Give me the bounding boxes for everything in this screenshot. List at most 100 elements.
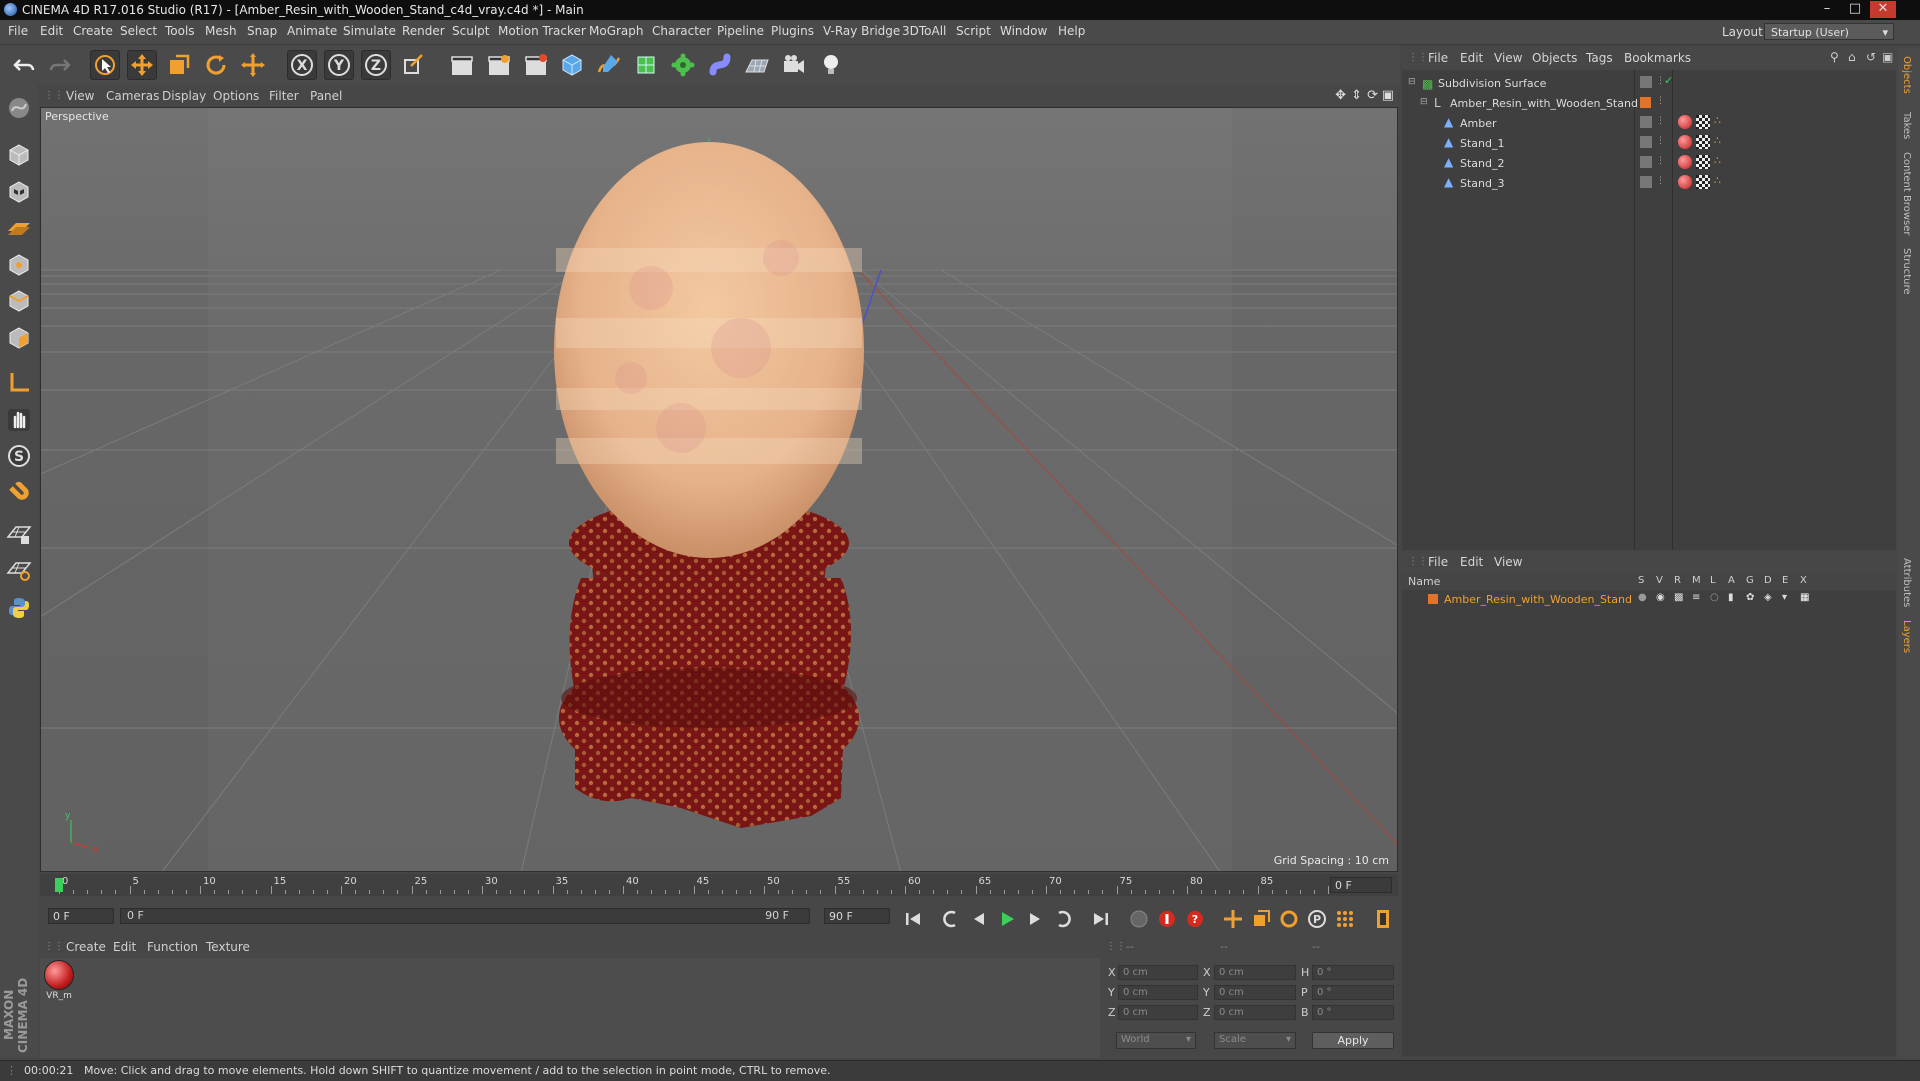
size-z-field[interactable]: 0 cm: [1214, 1005, 1296, 1020]
object-menu-bookmarks[interactable]: Bookmarks: [1624, 51, 1691, 65]
menu-simulate[interactable]: Simulate: [343, 24, 396, 38]
tab-content-browser[interactable]: Content Browser: [1901, 152, 1912, 235]
tweak-mode-button[interactable]: [4, 405, 34, 435]
layer-menu-edit[interactable]: Edit: [1460, 555, 1483, 569]
recent-tool-button[interactable]: [238, 50, 268, 80]
layer-col-generators[interactable]: G: [1746, 575, 1754, 586]
object-menu-file[interactable]: File: [1428, 51, 1448, 65]
go-to-start-button[interactable]: [900, 906, 926, 932]
menu-sculpt[interactable]: Sculpt: [452, 24, 489, 38]
object-row[interactable]: ▲ Stand_2 ⋮ ∴: [1402, 154, 1896, 174]
magnet-button[interactable]: [4, 480, 34, 510]
coordinate-system-button[interactable]: [398, 50, 428, 80]
move-tool-button[interactable]: [127, 50, 157, 80]
object-menu-view[interactable]: View: [1494, 51, 1522, 65]
eye-icon[interactable]: ◉: [1656, 592, 1665, 603]
selection-tag-icon[interactable]: ∴: [1714, 134, 1721, 147]
generator-icon[interactable]: ✿: [1746, 592, 1754, 603]
layer-col-render[interactable]: R: [1674, 575, 1681, 586]
uvw-tag-icon[interactable]: [1696, 155, 1710, 169]
make-editable-button[interactable]: [4, 93, 34, 123]
playhead-marker[interactable]: [55, 878, 63, 892]
layer-dots-icon[interactable]: ⋮: [1656, 136, 1665, 146]
zoom-view-icon[interactable]: ⇕: [1351, 88, 1362, 103]
pos-z-field[interactable]: 0 cm: [1118, 1005, 1198, 1020]
menu-character[interactable]: Character: [652, 24, 711, 38]
polygons-mode-button[interactable]: [4, 323, 34, 353]
collapse-icon[interactable]: ⊟: [1420, 97, 1428, 107]
material-tag-icon[interactable]: [1678, 135, 1692, 149]
lock-icon[interactable]: ○: [1710, 592, 1719, 603]
apply-button[interactable]: Apply: [1312, 1032, 1394, 1049]
next-keyframe-button[interactable]: [1050, 906, 1076, 932]
uvw-tag-icon[interactable]: [1696, 175, 1710, 189]
object-row[interactable]: ⊟ L Amber_Resin_with_Wooden_Stand ⋮: [1402, 94, 1896, 114]
selection-tag-icon[interactable]: ∴: [1714, 154, 1721, 167]
edges-mode-button[interactable]: [4, 286, 34, 316]
size-x-field[interactable]: 0 cm: [1214, 965, 1296, 980]
points-mode-button[interactable]: [4, 250, 34, 280]
scale-tool-button[interactable]: [164, 50, 194, 80]
autokey-button[interactable]: ?: [1182, 906, 1208, 932]
go-to-end-button[interactable]: [1088, 906, 1114, 932]
axis-mode-button[interactable]: [4, 368, 34, 398]
visibility-toggle[interactable]: [1640, 156, 1652, 168]
prev-keyframe-button[interactable]: [938, 906, 964, 932]
xref-icon[interactable]: ▦: [1800, 592, 1809, 603]
minimize-button[interactable]: –: [1814, 1, 1840, 18]
layer-dots-icon[interactable]: ⋮: [1656, 116, 1665, 126]
visibility-toggle[interactable]: [1640, 116, 1652, 128]
layer-menu-view[interactable]: View: [1494, 555, 1522, 569]
menu-edit[interactable]: Edit: [40, 24, 63, 38]
coordinate-space-select[interactable]: World ▾: [1116, 1032, 1196, 1049]
object-menu-objects[interactable]: Objects: [1532, 51, 1577, 65]
rot-b-field[interactable]: 0 °: [1312, 1005, 1394, 1020]
layer-col-name[interactable]: Name: [1408, 575, 1440, 588]
end-frame-field[interactable]: 90 F: [824, 908, 890, 924]
menu-animate[interactable]: Animate: [287, 24, 337, 38]
record-button[interactable]: [1154, 906, 1180, 932]
solo-toggle-icon[interactable]: ●: [1638, 592, 1647, 603]
rot-h-field[interactable]: 0 °: [1312, 965, 1394, 980]
selection-tag-icon[interactable]: ∴: [1714, 174, 1721, 187]
viewport-menu-options[interactable]: Options: [213, 89, 259, 103]
viewport-menu-filter[interactable]: Filter: [269, 89, 299, 103]
menu-mesh[interactable]: Mesh: [205, 24, 237, 38]
search-icon[interactable]: ⚲: [1830, 50, 1839, 64]
layer-color-swatch[interactable]: [1428, 594, 1438, 604]
visibility-toggle[interactable]: [1640, 76, 1652, 88]
perspective-viewport[interactable]: y x Perspective Grid Spacing : 10 cm: [40, 107, 1398, 872]
viewport-menu-view[interactable]: View: [66, 89, 94, 103]
uvw-tag-icon[interactable]: [1696, 135, 1710, 149]
layer-dots-icon[interactable]: ⋮: [1656, 156, 1665, 166]
menu-snap[interactable]: Snap: [247, 24, 277, 38]
start-frame-field[interactable]: 0 F: [48, 908, 114, 924]
menu-script[interactable]: Script: [956, 24, 991, 38]
uvw-tag-icon[interactable]: [1696, 115, 1710, 129]
live-selection-button[interactable]: [90, 50, 120, 80]
key-position-button[interactable]: [1220, 906, 1246, 932]
render-settings-button[interactable]: [521, 50, 551, 80]
material-tag-icon[interactable]: [1678, 155, 1692, 169]
add-spline-button[interactable]: [594, 50, 624, 80]
pan-view-icon[interactable]: ✥: [1335, 88, 1346, 103]
undo-button[interactable]: [10, 50, 40, 80]
key-scale-button[interactable]: [1248, 906, 1274, 932]
visibility-toggle[interactable]: [1640, 176, 1652, 188]
material-menu-texture[interactable]: Texture: [206, 940, 250, 954]
next-frame-button[interactable]: [1022, 906, 1048, 932]
menu-help[interactable]: Help: [1058, 24, 1085, 38]
tab-structure[interactable]: Structure: [1901, 248, 1912, 295]
size-mode-select[interactable]: Scale ▾: [1214, 1032, 1296, 1049]
frame-range-slider[interactable]: 0 F 90 F: [120, 908, 810, 924]
layer-color-swatch[interactable]: [1640, 97, 1651, 108]
model-mode-button[interactable]: [4, 140, 34, 170]
play-button[interactable]: [994, 906, 1020, 932]
add-deformer-button[interactable]: [705, 50, 735, 80]
tab-takes[interactable]: Takes: [1901, 112, 1912, 139]
menu-motion-tracker[interactable]: Motion Tracker: [498, 24, 586, 38]
collapse-icon[interactable]: ⊟: [1408, 77, 1416, 87]
current-frame-field[interactable]: 0 F: [1330, 877, 1392, 893]
key-parameter-button[interactable]: P: [1304, 906, 1330, 932]
material-tag-icon[interactable]: [1678, 175, 1692, 189]
